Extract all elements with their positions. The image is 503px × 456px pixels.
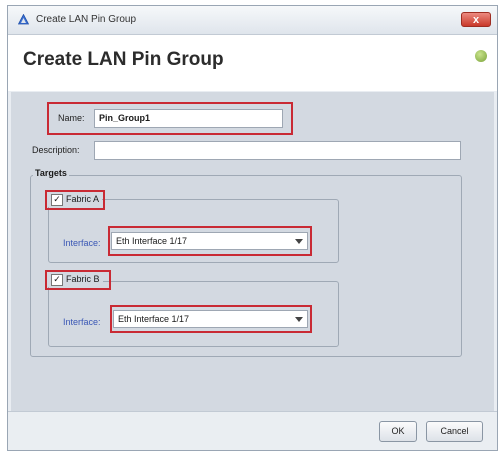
close-icon: x [472,14,480,26]
fabric-b-label: Fabric B [66,274,100,284]
close-button[interactable]: x [461,12,491,27]
fabric-b-interface-label: Interface: [63,317,101,327]
dialog-header: Create LAN Pin Group [8,35,497,91]
page-title: Create LAN Pin Group [23,49,224,70]
description-input[interactable] [94,141,461,160]
name-label: Name: [58,113,85,123]
fabric-a-checkbox-row[interactable]: ✓ Fabric A [48,192,103,207]
fabric-a-checkbox[interactable]: ✓ [51,193,63,206]
ok-button[interactable]: OK [379,421,417,442]
triangle-app-icon [18,14,29,25]
title-bar[interactable]: Create LAN Pin Group x [8,6,497,35]
targets-legend: Targets [33,168,69,178]
fabric-a-label: Fabric A [66,194,100,204]
fabric-a-interface-select[interactable]: Eth Interface 1/17 [111,232,308,250]
description-label: Description: [32,145,80,155]
fabric-b-checkbox-row[interactable]: ✓ Fabric B [48,272,103,287]
help-icon[interactable] [475,50,487,62]
dialog-window: Create LAN Pin Group x Create LAN Pin Gr… [7,5,498,451]
name-input[interactable]: Pin_Group1 [94,109,283,128]
fabric-a-interface-label: Interface: [63,238,101,248]
fabric-b-interface-value: Eth Interface 1/17 [118,314,190,324]
fabric-a-interface-value: Eth Interface 1/17 [116,236,188,246]
window-title: Create LAN Pin Group [36,14,137,25]
cancel-button[interactable]: Cancel [426,421,483,442]
dialog-footer: OK Cancel [8,411,497,450]
form-panel: Name: Pin_Group1 Description: Targets ✓ F… [11,92,494,412]
fabric-b-checkbox[interactable]: ✓ [51,273,63,286]
chevron-down-icon[interactable] [295,239,303,244]
fabric-b-interface-select[interactable]: Eth Interface 1/17 [113,310,308,328]
chevron-down-icon[interactable] [295,317,303,322]
